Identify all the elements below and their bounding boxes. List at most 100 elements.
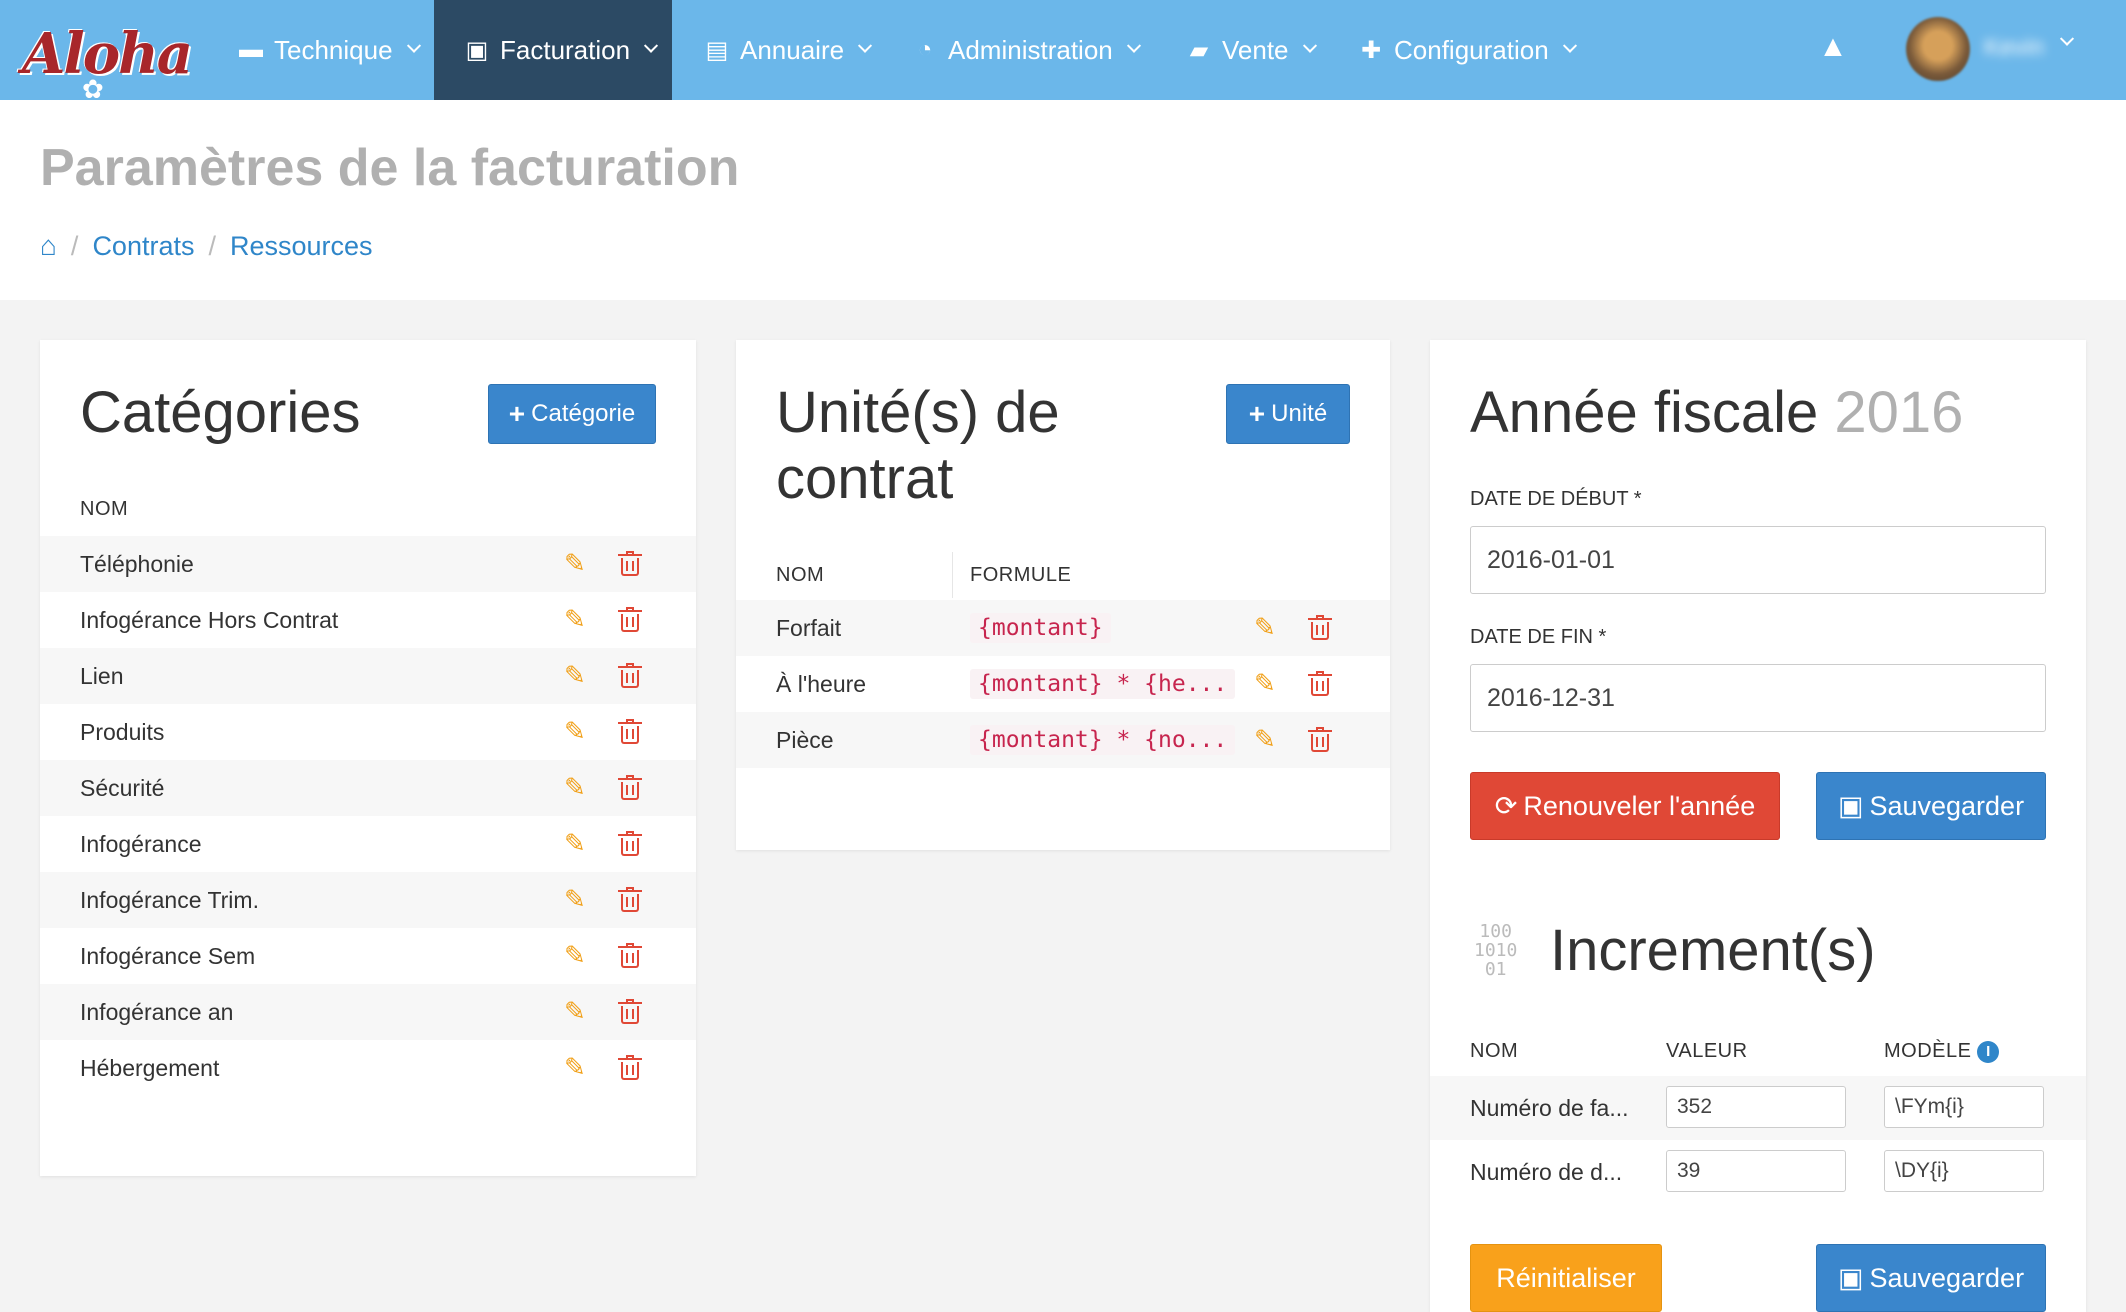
delete-icon[interactable] bbox=[618, 607, 642, 632]
user-name[interactable]: Kevin bbox=[1984, 34, 2044, 62]
page-title: Paramètres de la facturation bbox=[40, 139, 740, 197]
delete-icon[interactable] bbox=[618, 719, 642, 744]
trash-can bbox=[621, 558, 639, 576]
increment-model-input[interactable]: \DY{i} bbox=[1884, 1150, 2044, 1192]
breadcrumb-ressources[interactable]: Ressources bbox=[230, 231, 373, 262]
page-header: Paramètres de la facturation ⌂ / Contrat… bbox=[0, 100, 2126, 300]
trash-lid bbox=[618, 666, 642, 668]
chevron-down-icon bbox=[858, 38, 873, 53]
list-item: Infogérance an ✎ bbox=[40, 984, 696, 1040]
increment-value-input[interactable]: 352 bbox=[1666, 1086, 1846, 1128]
unit-name: Pièce bbox=[776, 726, 834, 753]
chevron-down-icon bbox=[1126, 38, 1141, 53]
chevron-down-icon bbox=[644, 38, 659, 53]
add-category-label: Catégorie bbox=[531, 400, 636, 427]
plus-icon: + bbox=[508, 398, 526, 429]
edit-icon[interactable]: ✎ bbox=[564, 996, 586, 1027]
home-icon[interactable]: ⌂ bbox=[40, 230, 57, 262]
avatar[interactable] bbox=[1906, 17, 1970, 81]
delete-icon[interactable] bbox=[618, 887, 642, 912]
increment-value-input[interactable]: 39 bbox=[1666, 1150, 1846, 1192]
edit-icon[interactable]: ✎ bbox=[564, 548, 586, 579]
fiscal-title: Année fiscale 2016 bbox=[1470, 380, 1963, 446]
categories-panel: Catégories + Catégorie NOM Téléphonie ✎ In… bbox=[40, 340, 696, 1176]
renew-year-button[interactable]: ⟳ Renouveler l'année bbox=[1470, 772, 1780, 840]
edit-icon[interactable]: ✎ bbox=[1254, 612, 1276, 643]
category-name: Téléphonie bbox=[80, 550, 194, 577]
delete-icon[interactable] bbox=[618, 999, 642, 1024]
trash-lid bbox=[1308, 674, 1332, 676]
category-name: Sécurité bbox=[80, 774, 165, 801]
list-item: À l'heure {montant} * {he... ✎ bbox=[736, 656, 1390, 712]
units-panel: Unité(s) de contrat + Unité NOM FORMULE … bbox=[736, 340, 1390, 850]
category-name: Infogérance Sem bbox=[80, 942, 256, 969]
edit-icon[interactable]: ✎ bbox=[564, 940, 586, 971]
delete-icon[interactable] bbox=[1308, 727, 1332, 752]
trash-lid bbox=[618, 610, 642, 612]
nav-configuration[interactable]: ✚ Configuration bbox=[1344, 0, 1587, 100]
start-date-input[interactable]: 2016-01-01 bbox=[1470, 526, 2046, 594]
delete-icon[interactable] bbox=[618, 663, 642, 688]
nav-technique-label: Technique bbox=[274, 34, 393, 65]
trash-lid bbox=[618, 1002, 642, 1004]
edit-icon[interactable]: ✎ bbox=[564, 1052, 586, 1083]
trash-can bbox=[621, 670, 639, 688]
info-icon[interactable]: i bbox=[1977, 1040, 2000, 1063]
end-date-input[interactable]: 2016-12-31 bbox=[1470, 664, 2046, 732]
trash-can bbox=[621, 950, 639, 968]
increment-name: Numéro de fa... bbox=[1470, 1094, 1629, 1121]
reset-increments-button[interactable]: Réinitialiser bbox=[1470, 1244, 1662, 1312]
save-increments-button[interactable]: ▣ Sauvegarder bbox=[1816, 1244, 2046, 1312]
warning-icon[interactable]: ▲ bbox=[1816, 30, 1850, 64]
increments-title: Increment(s) bbox=[1550, 918, 1876, 983]
trash-lid bbox=[618, 946, 642, 948]
top-navbar: Aloha ✿ ▬ Technique ▣ Facturation ▤ Annu… bbox=[0, 0, 2126, 104]
chevron-down-icon bbox=[1302, 38, 1317, 53]
edit-icon[interactable]: ✎ bbox=[564, 772, 586, 803]
edit-icon[interactable]: ✎ bbox=[564, 884, 586, 915]
aloha-logo[interactable]: Aloha ✿ bbox=[22, 8, 193, 104]
delete-icon[interactable] bbox=[618, 775, 642, 800]
list-item: Forfait {montant} ✎ bbox=[736, 600, 1390, 656]
trash-lid bbox=[618, 778, 642, 780]
edit-icon[interactable]: ✎ bbox=[1254, 724, 1276, 755]
delete-icon[interactable] bbox=[1308, 615, 1332, 640]
category-name: Infogérance Trim. bbox=[80, 886, 259, 913]
nav-administration[interactable]: ◔ Administration bbox=[898, 0, 1151, 100]
trash-can bbox=[621, 838, 639, 856]
truck-icon: ▰ bbox=[1189, 36, 1209, 64]
binary-icon-line: 100 bbox=[1479, 921, 1512, 942]
nav-annuaire[interactable]: ▤ Annuaire bbox=[690, 0, 882, 100]
edit-icon[interactable]: ✎ bbox=[564, 716, 586, 747]
increment-model-input[interactable]: \FYm{i} bbox=[1884, 1086, 2044, 1128]
binary-icon-line: 1010 bbox=[1474, 940, 1518, 961]
edit-icon[interactable]: ✎ bbox=[564, 604, 586, 635]
trash-can bbox=[621, 1006, 639, 1024]
edit-icon[interactable]: ✎ bbox=[564, 828, 586, 859]
units-title-line1: Unité(s) de bbox=[776, 380, 1060, 445]
delete-icon[interactable] bbox=[618, 943, 642, 968]
renew-year-label: Renouveler l'année bbox=[1523, 790, 1756, 821]
add-unit-label: Unité bbox=[1271, 400, 1328, 427]
delete-icon[interactable] bbox=[618, 831, 642, 856]
nav-technique[interactable]: ▬ Technique bbox=[224, 0, 431, 100]
nav-vente[interactable]: ▰ Vente bbox=[1172, 0, 1327, 100]
save-fiscal-button[interactable]: ▣ Sauvegarder bbox=[1816, 772, 2046, 840]
edit-icon[interactable]: ✎ bbox=[564, 660, 586, 691]
add-category-button[interactable]: + Catégorie bbox=[488, 384, 656, 444]
chevron-down-icon[interactable] bbox=[2059, 31, 2075, 46]
edit-icon[interactable]: ✎ bbox=[1254, 668, 1276, 699]
delete-icon[interactable] bbox=[618, 551, 642, 576]
table-row: Numéro de fa... 352 \FYm{i} bbox=[1430, 1076, 2086, 1140]
breadcrumb-contrats[interactable]: Contrats bbox=[92, 231, 194, 262]
trash-can bbox=[621, 726, 639, 744]
col-header-modele: MODÈLE i bbox=[1884, 1040, 2000, 1063]
delete-icon[interactable] bbox=[1308, 671, 1332, 696]
trash-can bbox=[621, 782, 639, 800]
add-unit-button[interactable]: + Unité bbox=[1226, 384, 1350, 444]
units-title: Unité(s) de contrat bbox=[776, 380, 1060, 512]
list-item: Infogérance Hors Contrat ✎ bbox=[40, 592, 696, 648]
nav-annuaire-label: Annuaire bbox=[740, 34, 845, 65]
nav-facturation[interactable]: ▣ Facturation bbox=[434, 0, 672, 100]
delete-icon[interactable] bbox=[618, 1055, 642, 1080]
